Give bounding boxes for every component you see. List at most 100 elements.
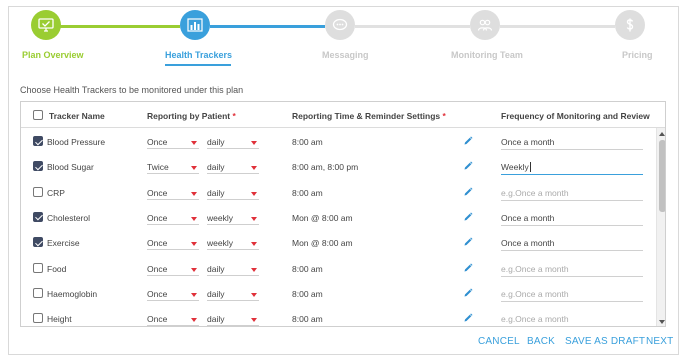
step-label-messaging[interactable]: Messaging: [322, 50, 369, 60]
tracker-checkbox[interactable]: [33, 211, 43, 222]
dropdown-caret-icon: [191, 318, 197, 323]
step-health-trackers[interactable]: [180, 10, 210, 40]
edit-pencil-icon[interactable]: [463, 263, 473, 273]
table-scrollbar[interactable]: [656, 128, 665, 326]
frequency-value: Once a month: [501, 137, 555, 147]
edit-pencil-icon[interactable]: [463, 313, 473, 323]
step-label-monitoring-team[interactable]: Monitoring Team: [451, 50, 523, 60]
frequency-input[interactable]: e.g.Once a month: [501, 285, 643, 302]
step-pricing[interactable]: [615, 10, 645, 40]
step-label-plan-overview[interactable]: Plan Overview: [22, 50, 84, 60]
reporting-time-value: 8:00 am: [292, 263, 323, 274]
frequency-input[interactable]: Once a month: [501, 234, 643, 252]
tracker-checkbox[interactable]: [33, 161, 43, 172]
tracker-checkbox[interactable]: [33, 287, 43, 298]
reporting-times-select[interactable]: Once: [147, 235, 199, 251]
table-row: Blood Pressure Once daily 8:00 am Once a mon…: [21, 129, 657, 154]
reporting-period-select[interactable]: daily: [207, 134, 259, 149]
reporting-time-value: 8:00 am: [292, 187, 323, 198]
scroll-up-arrow-icon[interactable]: [659, 132, 665, 136]
frequency-input[interactable]: Weekly: [501, 158, 643, 176]
dropdown-caret-icon: [191, 191, 197, 196]
reporting-period-value: daily: [207, 162, 225, 173]
edit-pencil-icon[interactable]: [463, 212, 473, 222]
frequency-input[interactable]: e.g.Once a month: [501, 184, 643, 201]
reporting-times-value: Once: [147, 238, 168, 249]
scrollbar-thumb[interactable]: [659, 140, 665, 212]
back-button[interactable]: BACK: [527, 336, 555, 347]
tracker-name: Exercise: [47, 238, 80, 249]
reporting-times-value: Once: [147, 288, 168, 299]
dropdown-caret-icon: [251, 318, 257, 323]
reporting-times-value: Once: [147, 212, 168, 223]
reporting-time-value: 8:00 am: [292, 288, 323, 299]
edit-pencil-icon[interactable]: [463, 237, 473, 247]
save-as-draft-button[interactable]: SAVE AS DRAFT: [565, 336, 645, 347]
edit-pencil-icon[interactable]: [463, 288, 473, 298]
frequency-input[interactable]: Once a month: [501, 133, 643, 150]
scroll-down-arrow-icon[interactable]: [659, 320, 665, 324]
stepper-line-3: [355, 25, 470, 28]
reporting-period-select[interactable]: daily: [207, 159, 259, 175]
frequency-input[interactable]: e.g.Once a month: [501, 260, 643, 277]
cancel-button[interactable]: CANCEL: [478, 336, 520, 347]
text-cursor: [529, 162, 531, 173]
tracker-checkbox[interactable]: [33, 186, 43, 197]
reporting-period-select[interactable]: weekly: [207, 235, 259, 251]
select-all-checkbox[interactable]: [33, 110, 43, 120]
reporting-times-select[interactable]: Once: [147, 261, 199, 276]
monitor-check-icon: [38, 18, 54, 32]
dropdown-caret-icon: [191, 292, 197, 297]
reporting-period-select[interactable]: daily: [207, 185, 259, 200]
dropdown-caret-icon: [251, 191, 257, 196]
reporting-times-select[interactable]: Once: [147, 185, 199, 200]
table-row: Height Once daily 8:00 am e.g.Once a month: [21, 306, 657, 326]
stepper-line-4: [500, 25, 615, 28]
reporting-period-value: daily: [207, 263, 225, 274]
reporting-period-select[interactable]: daily: [207, 261, 259, 276]
intro-text: Choose Health Trackers to be monitored u…: [20, 85, 244, 95]
step-monitoring-team[interactable]: [470, 10, 500, 40]
frequency-value: Once a month: [501, 238, 555, 249]
table-row: Blood Sugar Twice daily 8:00 am, 8:00 pm Wee…: [21, 154, 657, 179]
reporting-period-select[interactable]: daily: [207, 286, 259, 301]
dropdown-caret-icon: [251, 216, 257, 221]
active-step-underline: [165, 64, 231, 66]
tracker-checkbox[interactable]: [33, 262, 43, 273]
reporting-times-select[interactable]: Once: [147, 311, 199, 326]
header-reporting-time: Reporting Time & Reminder Settings *: [292, 111, 446, 121]
header-tracker-name: Tracker Name: [49, 111, 105, 121]
dollar-icon: [626, 18, 634, 32]
frequency-value: e.g.Once a month: [501, 314, 569, 325]
tracker-checkbox[interactable]: [33, 136, 43, 146]
tracker-name: Food: [47, 263, 67, 274]
reporting-times-select[interactable]: Twice: [147, 159, 199, 175]
reporting-times-value: Once: [147, 137, 168, 147]
next-button[interactable]: NEXT: [646, 336, 673, 347]
tracker-checkbox[interactable]: [33, 237, 43, 248]
reporting-period-select[interactable]: weekly: [207, 210, 259, 225]
tracker-checkbox[interactable]: [33, 313, 43, 324]
reporting-times-select[interactable]: Once: [147, 286, 199, 301]
table-header: Tracker Name Reporting by Patient * Repo…: [21, 102, 665, 128]
edit-pencil-icon[interactable]: [463, 136, 473, 146]
tracker-name: Height: [47, 314, 72, 325]
tracker-name: Cholesterol: [47, 212, 90, 223]
reporting-times-select[interactable]: Once: [147, 134, 199, 149]
step-label-pricing[interactable]: Pricing: [622, 50, 653, 60]
edit-pencil-icon[interactable]: [463, 161, 473, 171]
frequency-input[interactable]: e.g.Once a month: [501, 310, 643, 326]
step-label-health-trackers[interactable]: Health Trackers: [165, 50, 232, 60]
frequency-input[interactable]: Once a month: [501, 209, 643, 226]
step-messaging[interactable]: [325, 10, 355, 40]
table-row: Cholesterol Once weekly Mon @ 8:00 am Once a…: [21, 205, 657, 230]
table-row: Exercise Once weekly Mon @ 8:00 am Once a mo…: [21, 230, 657, 255]
reporting-period-select[interactable]: daily: [207, 311, 259, 326]
step-plan-overview[interactable]: [31, 10, 61, 40]
edit-pencil-icon[interactable]: [463, 187, 473, 197]
frequency-value: e.g.Once a month: [501, 288, 569, 299]
header-frequency: Frequency of Monitoring and Review: [501, 111, 650, 121]
reporting-period-value: daily: [207, 137, 225, 147]
reporting-times-select[interactable]: Once: [147, 210, 199, 225]
progress-stepper: Plan Overview Health Trackers Messaging …: [0, 0, 686, 70]
